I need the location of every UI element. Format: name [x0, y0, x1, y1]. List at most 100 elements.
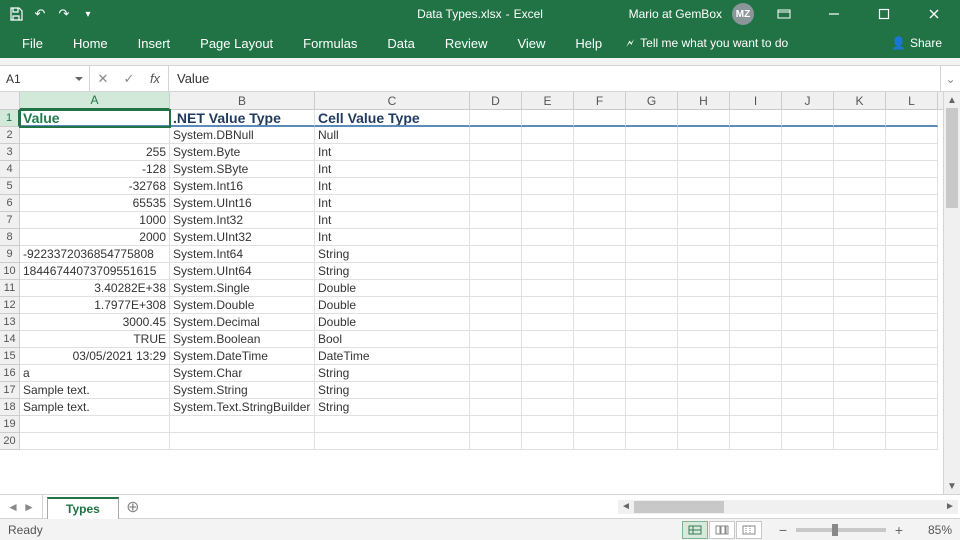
cell[interactable]: [574, 331, 626, 348]
vertical-scrollbar[interactable]: ▲ ▼: [943, 92, 960, 494]
cell[interactable]: [730, 144, 782, 161]
qat-customize-icon[interactable]: ▾: [80, 6, 96, 22]
hscroll-thumb[interactable]: [634, 501, 724, 513]
tab-review[interactable]: Review: [431, 28, 502, 58]
cell[interactable]: String: [315, 365, 470, 382]
cell[interactable]: [886, 348, 938, 365]
column-header-i[interactable]: I: [730, 92, 782, 109]
row-header[interactable]: 3: [0, 144, 20, 161]
cell[interactable]: [470, 416, 522, 433]
cell[interactable]: DateTime: [315, 348, 470, 365]
cell[interactable]: Double: [315, 314, 470, 331]
cell[interactable]: [678, 195, 730, 212]
cell[interactable]: [574, 433, 626, 450]
cell[interactable]: Bool: [315, 331, 470, 348]
cell[interactable]: [20, 416, 170, 433]
cell[interactable]: [626, 229, 678, 246]
cell[interactable]: Double: [315, 297, 470, 314]
cell[interactable]: [170, 433, 315, 450]
minimize-button[interactable]: [814, 0, 854, 28]
cell[interactable]: Int: [315, 144, 470, 161]
cell[interactable]: System.UInt16: [170, 195, 315, 212]
cell[interactable]: [470, 229, 522, 246]
cell[interactable]: [20, 127, 170, 144]
cell[interactable]: [470, 331, 522, 348]
cell[interactable]: System.String: [170, 382, 315, 399]
cell[interactable]: [522, 246, 574, 263]
save-icon[interactable]: [8, 6, 24, 22]
cell[interactable]: [470, 433, 522, 450]
cell[interactable]: System.Int64: [170, 246, 315, 263]
cell[interactable]: [730, 178, 782, 195]
cell[interactable]: [522, 195, 574, 212]
cell[interactable]: [470, 127, 522, 144]
formula-input[interactable]: Value: [169, 66, 940, 91]
cell[interactable]: [730, 365, 782, 382]
row-header[interactable]: 15: [0, 348, 20, 365]
cell[interactable]: -9223372036854775808: [20, 246, 170, 263]
new-sheet-button[interactable]: ⊕: [119, 495, 147, 518]
cell[interactable]: 1.7977E+308: [20, 297, 170, 314]
cell[interactable]: System.UInt64: [170, 263, 315, 280]
cell[interactable]: [574, 161, 626, 178]
tab-data[interactable]: Data: [373, 28, 428, 58]
row-header[interactable]: 5: [0, 178, 20, 195]
cell[interactable]: [626, 331, 678, 348]
cell[interactable]: [834, 178, 886, 195]
cell[interactable]: System.Decimal: [170, 314, 315, 331]
cell[interactable]: [782, 416, 834, 433]
hscroll-track[interactable]: [634, 500, 942, 514]
cell[interactable]: [730, 348, 782, 365]
column-header-d[interactable]: D: [470, 92, 522, 109]
cell[interactable]: 03/05/2021 13:29: [20, 348, 170, 365]
row-header[interactable]: 16: [0, 365, 20, 382]
cell[interactable]: [574, 246, 626, 263]
redo-icon[interactable]: ↷: [56, 6, 72, 22]
column-header-e[interactable]: E: [522, 92, 574, 109]
cell[interactable]: [522, 314, 574, 331]
normal-view-button[interactable]: [682, 521, 708, 539]
cell[interactable]: [782, 144, 834, 161]
cell[interactable]: [470, 280, 522, 297]
scroll-left-icon[interactable]: ◄: [618, 501, 634, 512]
cell[interactable]: [470, 263, 522, 280]
cell[interactable]: -32768: [20, 178, 170, 195]
cell[interactable]: String: [315, 399, 470, 416]
fx-icon[interactable]: fx: [142, 71, 168, 86]
cell[interactable]: [626, 365, 678, 382]
cell[interactable]: System.Text.StringBuilder: [170, 399, 315, 416]
cell[interactable]: [834, 348, 886, 365]
cell[interactable]: [782, 382, 834, 399]
cell[interactable]: [834, 365, 886, 382]
column-header-h[interactable]: H: [678, 92, 730, 109]
cell[interactable]: [730, 382, 782, 399]
cell[interactable]: [730, 212, 782, 229]
cell[interactable]: [782, 263, 834, 280]
cell[interactable]: [834, 161, 886, 178]
cell[interactable]: [886, 382, 938, 399]
row-header[interactable]: 19: [0, 416, 20, 433]
cell[interactable]: System.Single: [170, 280, 315, 297]
cell[interactable]: [522, 348, 574, 365]
cell[interactable]: [626, 382, 678, 399]
cell[interactable]: [730, 246, 782, 263]
cell[interactable]: [574, 110, 626, 127]
cell[interactable]: [782, 314, 834, 331]
column-header-l[interactable]: L: [886, 92, 938, 109]
page-layout-view-button[interactable]: [709, 521, 735, 539]
cell[interactable]: [574, 365, 626, 382]
cell[interactable]: [782, 365, 834, 382]
cell[interactable]: [574, 263, 626, 280]
cell[interactable]: [834, 314, 886, 331]
cell[interactable]: [678, 161, 730, 178]
cell[interactable]: Int: [315, 161, 470, 178]
cell[interactable]: [470, 297, 522, 314]
cell[interactable]: [522, 382, 574, 399]
zoom-knob[interactable]: [832, 524, 838, 536]
zoom-slider[interactable]: [796, 528, 886, 532]
cell[interactable]: [886, 195, 938, 212]
cell[interactable]: [886, 127, 938, 144]
cell[interactable]: [678, 433, 730, 450]
cell[interactable]: [834, 246, 886, 263]
cell[interactable]: [834, 331, 886, 348]
